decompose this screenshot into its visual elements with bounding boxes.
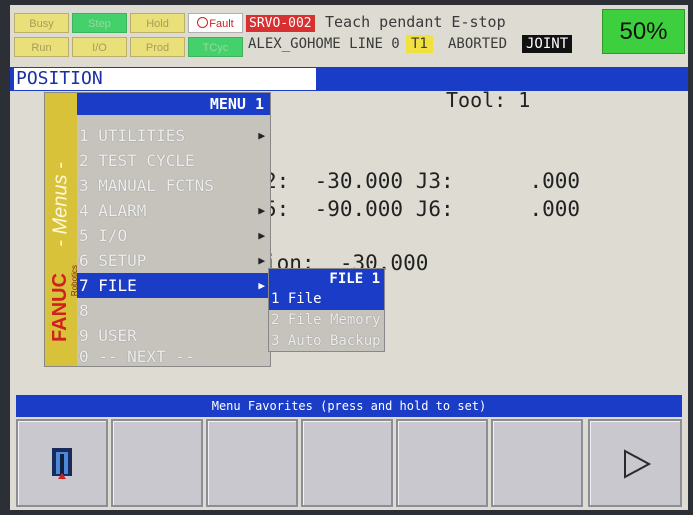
next-arrow-icon [624, 449, 652, 479]
submenu-item-file-memory[interactable]: 2 File Memory [269, 310, 384, 331]
fkey-1[interactable] [16, 419, 108, 507]
next-page-button[interactable] [588, 419, 682, 507]
menu-header: MENU 1 [77, 93, 270, 115]
menu-item-io[interactable]: 5 I/O ▶ [77, 223, 270, 248]
menu-sidebar: - Menus - Robotics FANUC [45, 93, 79, 366]
hold-lamp: Hold [130, 13, 185, 33]
menu-item-setup[interactable]: 6 SETUP ▶ [77, 248, 270, 273]
io-lamp: I/O [72, 37, 127, 57]
alarm-code: SRVO-002 [246, 15, 315, 32]
main-menu: - Menus - Robotics FANUC MENU 1 1 UTILIT… [44, 92, 271, 367]
program-state: ABORTED [448, 36, 508, 52]
speed-override: 50% [602, 9, 685, 54]
submenu-arrow-icon: ▶ [258, 229, 265, 242]
submenu-item-auto-backup[interactable]: 3 Auto Backup [269, 331, 384, 352]
step-lamp: Step [72, 13, 127, 33]
tcyc-lamp: TCyc [188, 37, 243, 57]
menu-item-8[interactable]: 8 [77, 298, 270, 323]
menu-item-label: 3 MANUAL FCTNS [79, 176, 214, 195]
title-bar: POSITION [10, 67, 688, 91]
function-key-row [16, 419, 682, 509]
menu-item-alarm[interactable]: 4 ALARM ▶ [77, 198, 270, 223]
menu-item-label: 6 SETUP [79, 251, 147, 270]
program-status: ALEX_GOHOME LINE 0 [248, 36, 400, 52]
menu-item-label: 1 UTILITIES [79, 126, 185, 145]
menu-item-test-cycle[interactable]: 2 TEST CYCLE [77, 148, 270, 173]
menu-item-user[interactable]: 9 USER [77, 323, 270, 348]
menu-item-label: 9 USER [79, 326, 137, 345]
submenu-arrow-icon: ▶ [258, 279, 265, 292]
submenu-header: FILE 1 [269, 269, 384, 289]
menu-item-next[interactable]: 0 -- NEXT -- [77, 347, 270, 367]
fkey-2[interactable] [111, 419, 203, 507]
favorites-bar: Menu Favorites (press and hold to set) [16, 395, 682, 417]
position-row-1: 2: -30.000 J3: .000 [264, 169, 581, 193]
fault-lamp: Fault [188, 13, 243, 33]
fault-label: Fault [209, 18, 234, 30]
status-lights: Busy Step Hold Fault Run I/O Prod TCyc [14, 13, 246, 59]
menu-item-file[interactable]: 7 FILE ▶ [77, 273, 270, 298]
alarm-message: Teach pendant E-stop [325, 13, 506, 31]
fkey-5[interactable] [396, 419, 488, 507]
door-exit-icon [52, 448, 72, 479]
run-lamp: Run [14, 37, 69, 57]
coord-badge: JOINT [522, 35, 573, 53]
fkey-3[interactable] [206, 419, 298, 507]
menu-item-label: 7 FILE [79, 276, 137, 295]
fault-circle-icon [197, 17, 209, 28]
tool-number: Tool: 1 [446, 88, 531, 112]
program-line: LINE 0 [349, 36, 400, 52]
teach-pendant-screen: Busy Step Hold Fault Run I/O Prod TCyc S… [10, 5, 688, 510]
page-title: POSITION [14, 68, 316, 90]
submenu-arrow-icon: ▶ [258, 254, 265, 267]
menu-item-label: 0 -- NEXT -- [79, 347, 195, 366]
program-name: ALEX_GOHOME [248, 36, 341, 52]
position-row-2: 5: -90.000 J6: .000 [264, 197, 581, 221]
fkey-4[interactable] [301, 419, 393, 507]
menu-item-label: 8 [79, 301, 89, 320]
file-submenu: FILE 1 1 File 2 File Memory 3 Auto Backu… [268, 268, 385, 352]
busy-lamp: Busy [14, 13, 69, 33]
fanuc-logo: FANUC [48, 273, 71, 342]
menu-item-label: 2 TEST CYCLE [79, 151, 195, 170]
menu-item-manual-fctns[interactable]: 3 MANUAL FCTNS [77, 173, 270, 198]
menus-label: - Menus - [49, 162, 72, 247]
menu-item-label: 4 ALARM [79, 201, 147, 220]
submenu-arrow-icon: ▶ [258, 129, 265, 142]
menu-item-utilities[interactable]: 1 UTILITIES ▶ [77, 123, 270, 148]
prod-lamp: Prod [130, 37, 185, 57]
mode-badge: T1 [406, 35, 433, 53]
submenu-item-file[interactable]: 1 File [269, 289, 384, 310]
menu-item-label: 5 I/O [79, 226, 128, 245]
fkey-6[interactable] [491, 419, 583, 507]
submenu-arrow-icon: ▶ [258, 204, 265, 217]
